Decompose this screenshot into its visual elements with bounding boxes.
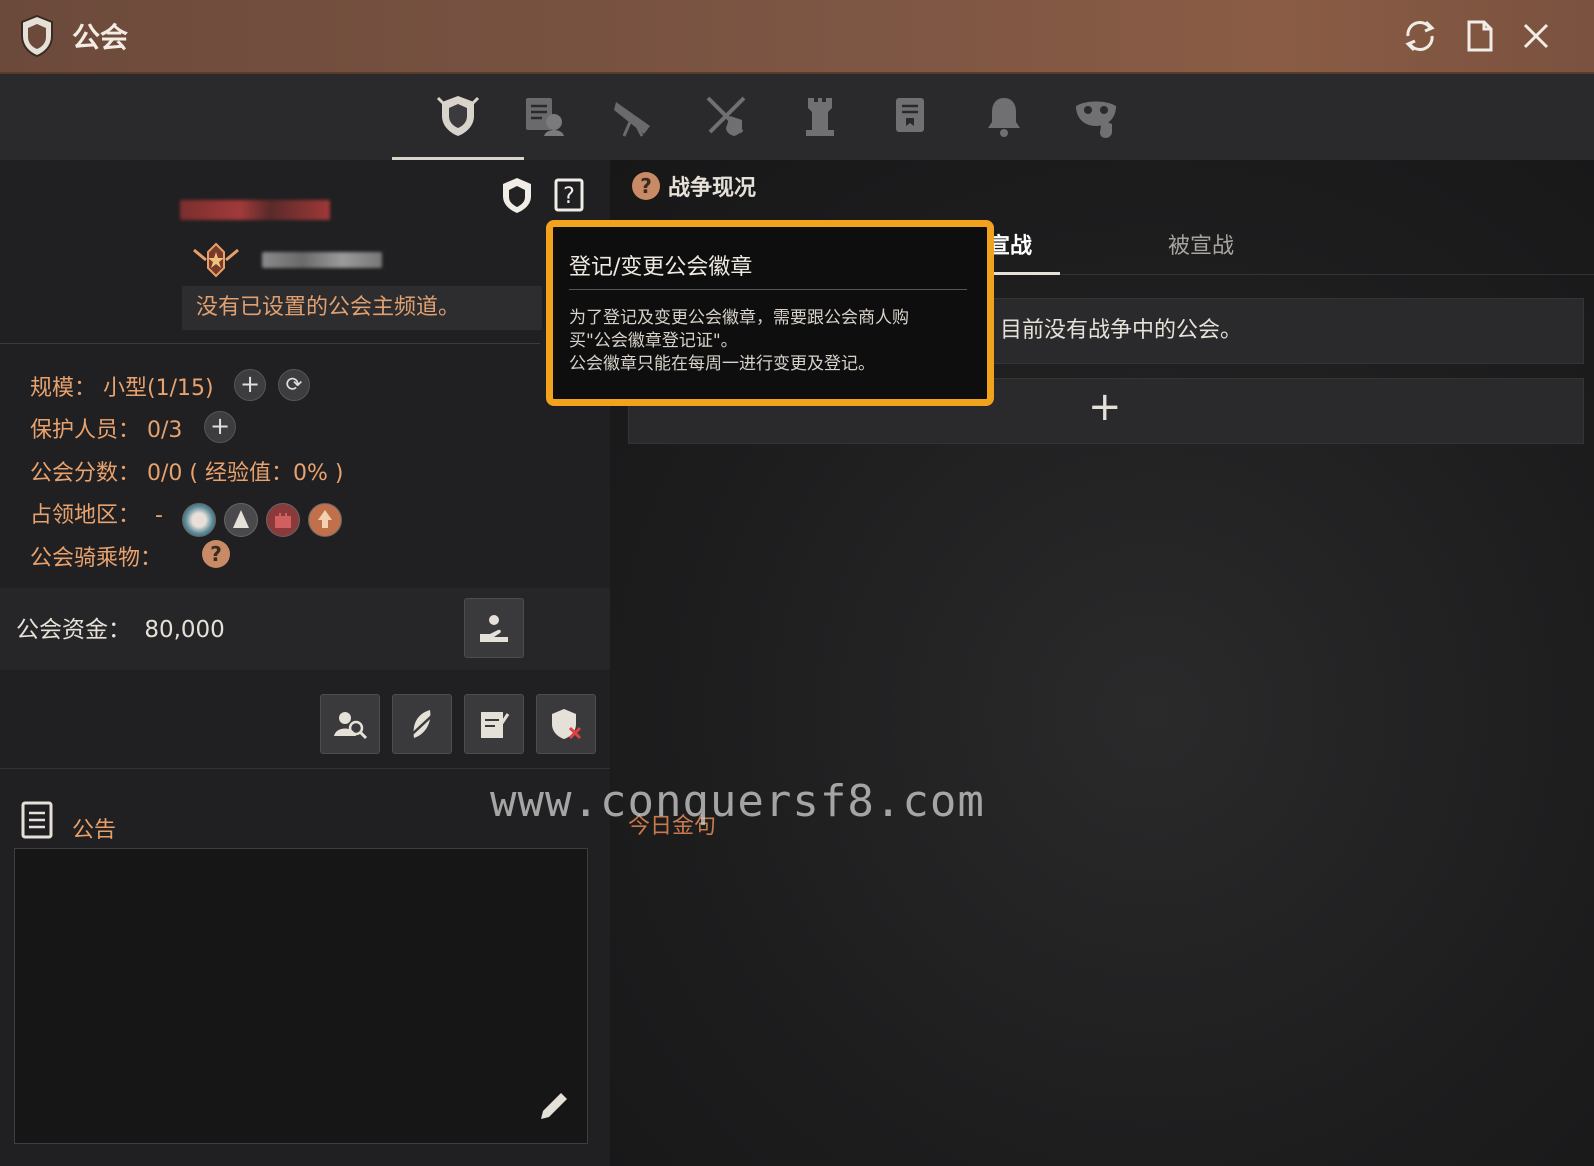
war-help-icon[interactable]: ?	[632, 172, 660, 200]
territory-value: -	[155, 503, 163, 528]
protector-row: 保护人员： 0/3	[30, 412, 182, 444]
plus-icon: +	[239, 370, 261, 398]
mask-icon	[1076, 101, 1116, 138]
tooltip-line: 为了登记及变更公会徽章，需要跟公会商人购	[569, 308, 909, 328]
mount-row: 公会骑乘物：	[30, 540, 162, 572]
scale-value: 小型(1/15)	[103, 376, 214, 401]
guild-emblem-icon	[436, 96, 480, 136]
tooltip-title: 登记/变更公会徽章	[569, 255, 753, 280]
close-button[interactable]	[1516, 16, 1556, 56]
guild-leader-redacted	[262, 252, 382, 268]
tab-alliance[interactable]	[1066, 86, 1126, 146]
document-button[interactable]	[1460, 16, 1500, 56]
question-scroll-icon: ?	[554, 178, 584, 212]
svg-text:?: ?	[563, 184, 575, 209]
add-protector-button[interactable]: +	[204, 411, 236, 443]
guild-name-redacted	[180, 200, 330, 220]
territory-row: 占领地区： -	[30, 497, 163, 529]
mount-help-icon[interactable]: ?	[202, 540, 230, 568]
member-list-icon	[526, 98, 564, 136]
war-empty-text: 目前没有战争中的公会。	[1000, 318, 1243, 343]
bell-icon	[988, 98, 1020, 137]
region-castle-icon[interactable]	[266, 503, 300, 537]
close-icon	[1523, 23, 1549, 49]
watermark-text: www.conquersf8.com	[490, 776, 985, 827]
castle-icon	[275, 513, 291, 528]
edit-pencil-icon[interactable]	[535, 1089, 571, 1125]
war-status-title: 战争现况	[668, 176, 757, 201]
funds-label: 公会资金：	[16, 617, 131, 643]
protector-value: 0/3	[147, 418, 183, 443]
tab-members[interactable]	[512, 86, 572, 146]
tab-explore[interactable]	[604, 86, 664, 146]
funds-value: 80,000	[144, 617, 225, 643]
score-row: 公会分数： 0/0 ( 经验值：0% )	[30, 455, 343, 487]
scale-row: 规模： 小型(1/15)	[30, 370, 214, 402]
funds-manage-button[interactable]	[464, 598, 524, 658]
tab-war[interactable]	[696, 86, 756, 146]
tab-bar	[0, 74, 1594, 161]
crossed-swords-icon	[706, 96, 746, 136]
tab-records[interactable]	[880, 86, 940, 146]
tab-castle[interactable]	[790, 86, 850, 146]
feather-cancel-icon	[407, 710, 437, 739]
refresh-icon	[1405, 20, 1435, 52]
refresh-scale-button[interactable]: ⟳	[278, 369, 310, 401]
search-people-icon	[334, 712, 368, 740]
expand-scale-button[interactable]: +	[234, 369, 266, 401]
region-node-icon[interactable]	[182, 503, 216, 537]
disband-guild-button[interactable]	[536, 694, 596, 754]
divider	[0, 343, 540, 344]
leave-guild-button[interactable]	[392, 694, 452, 754]
camp-icon	[233, 510, 249, 528]
emblem-tooltip: 登记/变更公会徽章 为了登记及变更公会徽章，需要跟公会商人购 买"公会徽章登记证…	[546, 220, 994, 406]
funds-row-text: 公会资金： 80,000	[16, 610, 225, 644]
plus-icon: +	[209, 412, 231, 440]
tab-notifications[interactable]	[974, 86, 1034, 146]
protector-label: 保护人员：	[30, 418, 141, 443]
scale-label: 规模：	[30, 376, 97, 401]
register-emblem-button[interactable]	[500, 176, 534, 214]
region-upgrade-icon[interactable]	[308, 503, 342, 537]
add-war-plus-icon: +	[1088, 384, 1122, 430]
guild-rank-icon	[193, 242, 239, 278]
notice-document-icon	[21, 801, 53, 839]
guild-shield-icon	[21, 14, 53, 58]
notice-title: 公告	[72, 818, 117, 843]
telescope-icon	[614, 102, 650, 137]
notice-textarea[interactable]	[14, 848, 588, 1144]
tooltip-line: 买"公会徽章登记证"。	[569, 331, 738, 351]
guild-funds-row: 公会资金： 80,000	[0, 588, 610, 670]
hand-coins-icon	[480, 615, 508, 642]
refresh-button[interactable]	[1400, 16, 1440, 56]
guild-guide-button[interactable]: ?	[552, 176, 586, 214]
title-bar: 公会	[0, 0, 1594, 74]
tooltip-divider	[569, 289, 967, 290]
document-icon	[1467, 20, 1493, 52]
search-guild-button[interactable]	[320, 694, 380, 754]
window-title: 公会	[72, 21, 129, 54]
contract-sign-icon	[481, 712, 510, 738]
tab-guild-info[interactable]	[392, 86, 524, 160]
tab-received-war[interactable]: 被宣战	[1168, 228, 1234, 260]
guild-contract-button[interactable]	[464, 694, 524, 754]
tower-icon	[806, 98, 834, 136]
territory-label: 占领地区：	[30, 503, 141, 528]
shield-cancel-icon	[552, 709, 582, 740]
scroll-icon	[896, 98, 924, 132]
emblem-shield-icon	[503, 178, 531, 213]
region-siege-icon[interactable]	[224, 503, 258, 537]
score-value: 0/0 ( 经验值：0% )	[147, 461, 344, 486]
main-channel-info: 没有已设置的公会主频道。	[182, 286, 542, 330]
tooltip-line: 公会徽章只能在每周一进行变更及登记。	[569, 354, 875, 374]
refresh-icon: ⟳	[285, 372, 303, 396]
mount-label: 公会骑乘物：	[30, 546, 163, 571]
arrow-up-icon	[318, 510, 332, 528]
divider	[0, 768, 610, 769]
tooltip-body: 为了登记及变更公会徽章，需要跟公会商人购 买"公会徽章登记证"。 公会徽章只能在…	[569, 307, 979, 376]
score-label: 公会分数：	[30, 461, 141, 486]
